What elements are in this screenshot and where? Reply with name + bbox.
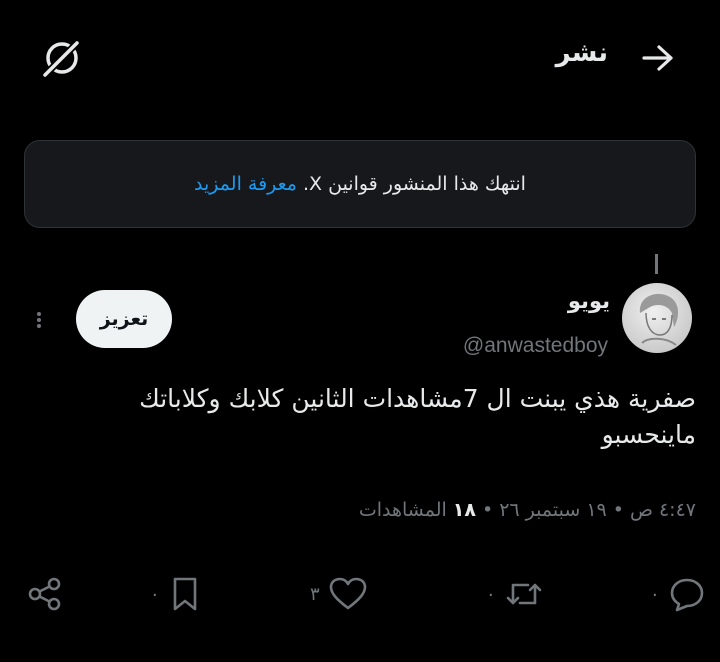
more-vertical-icon xyxy=(37,310,41,330)
views-label: المشاهدات xyxy=(358,499,447,521)
post-meta: ٤:٤٧ ص • ١٩ سبتمبر ٢٦ • ١٨ المشاهدات xyxy=(359,499,696,521)
repost-count: ٠ xyxy=(486,583,496,605)
post-time[interactable]: ٤:٤٧ ص xyxy=(630,499,696,521)
boost-button[interactable]: تعزيز xyxy=(76,290,172,348)
thread-connector xyxy=(655,254,658,274)
more-options-button[interactable] xyxy=(24,300,54,340)
views-count: ١٨ xyxy=(452,499,476,521)
user-handle[interactable]: @anwastedboy xyxy=(463,334,608,358)
reply-count: ٠ xyxy=(650,583,660,605)
page-title: نشر xyxy=(555,38,608,68)
repost-icon xyxy=(504,575,544,613)
repost-button[interactable]: ٠ xyxy=(486,574,544,614)
like-button[interactable]: ٣ xyxy=(310,574,368,614)
avatar[interactable] xyxy=(622,283,692,353)
notice-text: انتهك هذا المنشور قوانين X. xyxy=(302,173,526,195)
meta-separator: • xyxy=(612,499,624,521)
like-count: ٣ xyxy=(310,583,320,605)
post-text: صفرية هذي يبنت ال 7مشاهدات الثانين كلابك… xyxy=(139,384,696,449)
reply-icon xyxy=(668,575,706,613)
learn-more-link[interactable]: معرفة المزيد xyxy=(194,173,297,195)
display-name[interactable]: يويو xyxy=(568,289,610,313)
post-date[interactable]: ١٩ سبتمبر ٢٦ xyxy=(499,499,607,521)
heart-icon xyxy=(328,576,368,612)
bookmark-icon xyxy=(168,575,202,613)
back-button[interactable] xyxy=(630,36,686,80)
share-icon xyxy=(26,575,64,613)
meta-separator: • xyxy=(482,499,494,521)
violation-notice: انتهك هذا المنشور قوانين X. معرفة المزيد xyxy=(24,140,696,228)
share-button[interactable] xyxy=(26,574,64,614)
bookmark-count: ٠ xyxy=(150,583,160,605)
bookmark-button[interactable]: ٠ xyxy=(150,574,202,614)
grok-button[interactable] xyxy=(36,34,86,84)
arrow-right-icon xyxy=(641,43,675,73)
reply-button[interactable]: ٠ xyxy=(650,574,706,614)
grok-icon xyxy=(39,37,83,81)
